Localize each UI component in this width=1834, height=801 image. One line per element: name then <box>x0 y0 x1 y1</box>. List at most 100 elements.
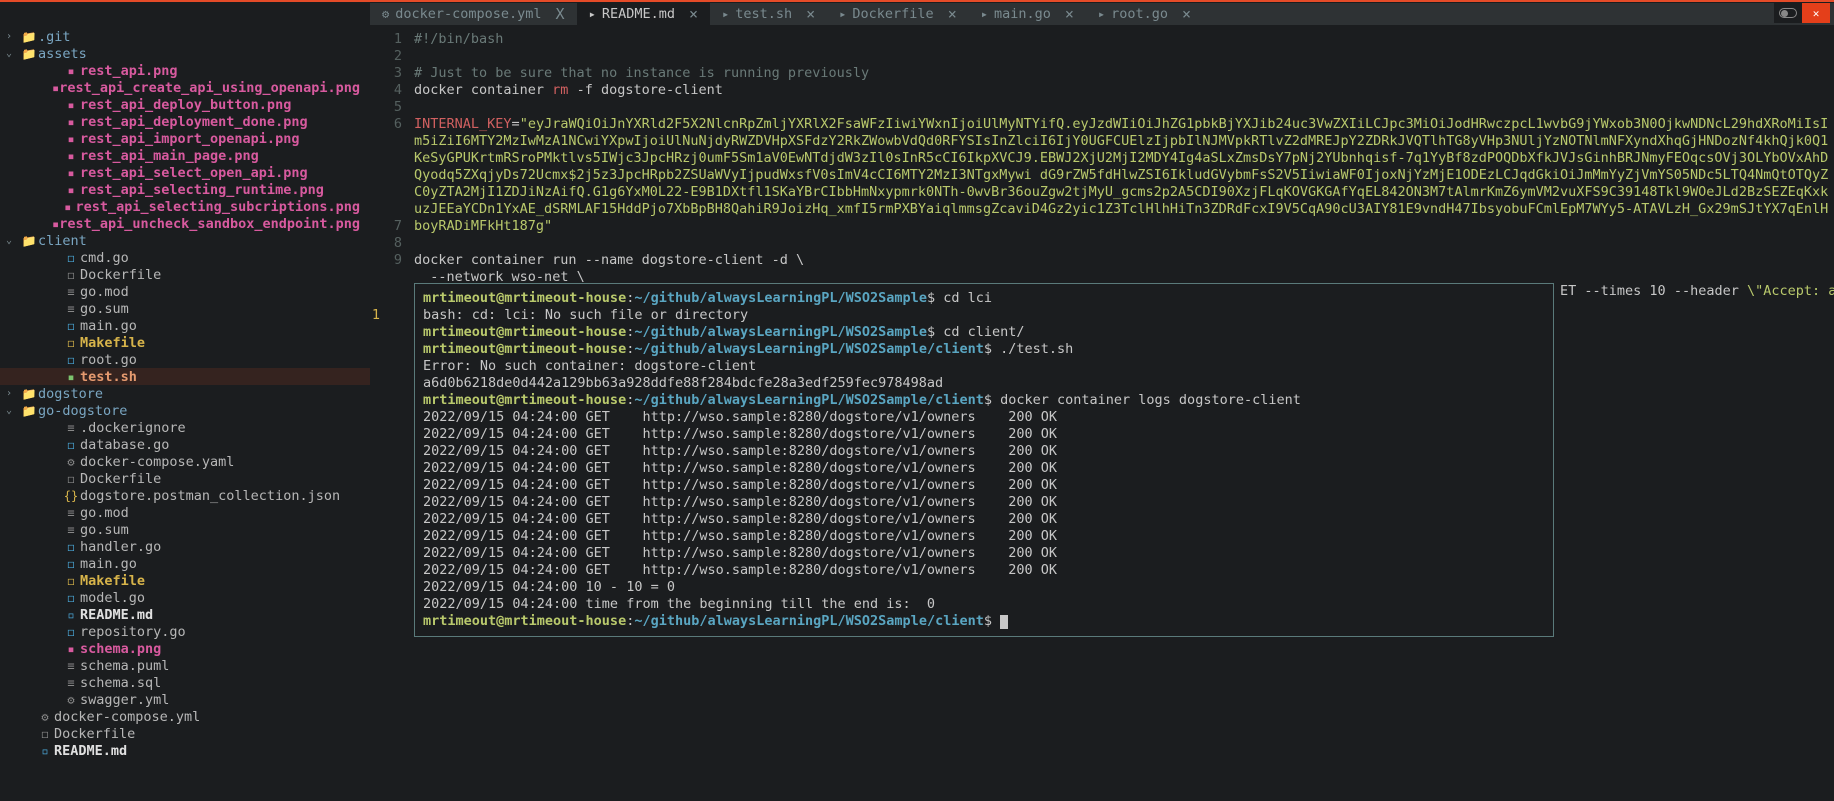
tree-item[interactable]: ⌄📁go-dogstore <box>0 402 370 419</box>
terminal-panel[interactable]: mrtimeout@mrtimeout-house:~/github/alway… <box>414 283 1554 637</box>
tree-item[interactable]: ◻main.go <box>0 555 370 572</box>
terminal-line: 2022/09/15 04:24:00 GET http://wso.sampl… <box>423 409 1545 426</box>
tree-item[interactable]: ≡schema.puml <box>0 657 370 674</box>
tree-item[interactable]: ≡go.sum <box>0 300 370 317</box>
file-icon: ▸ <box>1098 7 1105 21</box>
tree-label: Dockerfile <box>80 471 161 487</box>
tab-docker-compose-yml[interactable]: ⚙docker-compose.ymlX <box>370 3 577 25</box>
tree-item[interactable]: ▪rest_api_main_page.png <box>0 147 370 164</box>
terminal-prompt[interactable]: mrtimeout@mrtimeout-house:~/github/alway… <box>423 613 1545 630</box>
file-icon: {} <box>62 489 80 503</box>
tree-item[interactable]: ▪rest_api_select_open_api.png <box>0 164 370 181</box>
tree-item[interactable]: {}dogstore.postman_collection.json <box>0 487 370 504</box>
tree-item[interactable]: ≡go.mod <box>0 504 370 521</box>
file-icon: ◻ <box>62 353 80 367</box>
tree-label: go.sum <box>80 522 129 538</box>
tree-item[interactable]: ≡.dockerignore <box>0 419 370 436</box>
line-number <box>370 184 410 201</box>
line-number: 5 <box>370 99 410 116</box>
tab-label: root.go <box>1111 6 1168 22</box>
tree-label: handler.go <box>80 539 161 555</box>
terminal-line: 2022/09/15 04:24:00 GET http://wso.sampl… <box>423 562 1545 579</box>
file-icon: ▪ <box>62 642 80 656</box>
tree-item[interactable]: ◻main.go <box>0 317 370 334</box>
close-icon[interactable]: × <box>1182 5 1191 23</box>
terminal-line: a6d0b6218de0d442a129bb63a928ddfe88f284bd… <box>423 375 1545 392</box>
file-tree[interactable]: ›📁.git⌄📁assets▪rest_api.png▪rest_api_cre… <box>0 25 370 801</box>
tree-item[interactable]: ⚙docker-compose.yml <box>0 708 370 725</box>
tree-item[interactable]: ⚙swagger.yml <box>0 691 370 708</box>
line-number: 7 <box>370 218 410 235</box>
file-icon: ◻ <box>62 472 80 486</box>
file-icon: ▪ <box>52 217 59 231</box>
tree-label: repository.go <box>80 624 186 640</box>
file-icon: ◻ <box>62 625 80 639</box>
tree-item[interactable]: ◻Makefile <box>0 572 370 589</box>
tree-item[interactable]: ▪rest_api.png <box>0 62 370 79</box>
tree-item[interactable]: ▪rest_api_import_openapi.png <box>0 130 370 147</box>
tree-item[interactable]: ›📁.git <box>0 28 370 45</box>
tree-item[interactable]: ◻Dockerfile <box>0 470 370 487</box>
tree-item[interactable]: ▪test.sh <box>0 368 370 385</box>
tree-item[interactable]: ◻database.go <box>0 436 370 453</box>
code-area[interactable]: #!/bin/bash # Just to be sure that no in… <box>414 31 1830 286</box>
code-line <box>414 48 1830 65</box>
tree-label: docker-compose.yaml <box>80 454 234 470</box>
tree-item[interactable]: ◻cmd.go <box>0 249 370 266</box>
caret-icon: ⌄ <box>6 48 20 59</box>
window-buttons: ✕ <box>1774 3 1830 23</box>
code-line <box>414 235 1830 252</box>
file-icon: ≡ <box>62 302 80 316</box>
close-icon[interactable]: × <box>689 5 698 23</box>
tree-item[interactable]: ▪schema.png <box>0 640 370 657</box>
file-icon: ≡ <box>62 523 80 537</box>
tree-item[interactable]: ≡go.sum <box>0 521 370 538</box>
tree-item[interactable]: ◻handler.go <box>0 538 370 555</box>
tree-item[interactable]: ▪rest_api_deploy_button.png <box>0 96 370 113</box>
tree-item[interactable]: ▪rest_api_selecting_subcriptions.png <box>0 198 370 215</box>
file-icon: 📁 <box>20 30 38 44</box>
tab-test-sh[interactable]: ▸test.sh× <box>710 3 827 25</box>
tree-item[interactable]: ◻root.go <box>0 351 370 368</box>
line-gutter: 123456789 <box>370 25 410 269</box>
close-icon[interactable]: × <box>1065 5 1074 23</box>
caret-icon: ⌄ <box>6 405 20 416</box>
tab-main-go[interactable]: ▸main.go× <box>969 3 1086 25</box>
tab-dockerfile[interactable]: ▸Dockerfile× <box>827 3 969 25</box>
file-icon: ▪ <box>52 81 59 95</box>
close-icon[interactable]: × <box>948 5 957 23</box>
tree-item[interactable]: ◻Dockerfile <box>0 266 370 283</box>
tree-label: go.mod <box>80 284 129 300</box>
close-window-button[interactable]: ✕ <box>1802 3 1830 23</box>
code-line <box>414 99 1830 116</box>
tree-item[interactable]: ▪rest_api_create_api_using_openapi.png <box>0 79 370 96</box>
tab-readme-md[interactable]: ▸README.md× <box>577 3 710 25</box>
tree-label: model.go <box>80 590 145 606</box>
tree-item[interactable]: ▪rest_api_deployment_done.png <box>0 113 370 130</box>
tree-item[interactable]: ▫README.md <box>0 606 370 623</box>
file-icon: ◻ <box>62 591 80 605</box>
tree-item[interactable]: ◻Makefile <box>0 334 370 351</box>
tree-item[interactable]: ⌄📁client <box>0 232 370 249</box>
tab-root-go[interactable]: ▸ root.go × <box>1086 3 1203 25</box>
file-icon: 📁 <box>20 404 38 418</box>
tree-item[interactable]: ◻model.go <box>0 589 370 606</box>
tree-item[interactable]: ⚙docker-compose.yaml <box>0 453 370 470</box>
close-icon[interactable]: X <box>556 5 565 23</box>
tree-item[interactable]: ▪rest_api_selecting_runtime.png <box>0 181 370 198</box>
tree-label: rest_api_selecting_runtime.png <box>80 182 324 198</box>
tree-item[interactable]: ⌄📁assets <box>0 45 370 62</box>
toggle-button[interactable] <box>1774 3 1802 23</box>
file-icon: 📁 <box>20 387 38 401</box>
tree-item[interactable]: ≡schema.sql <box>0 674 370 691</box>
tree-item[interactable]: ≡go.mod <box>0 283 370 300</box>
tree-item[interactable]: ◻Dockerfile <box>0 725 370 742</box>
tree-item[interactable]: ◻repository.go <box>0 623 370 640</box>
code-line: docker container run --name dogstore-cli… <box>414 252 1830 269</box>
tree-item[interactable]: ▫README.md <box>0 742 370 759</box>
close-icon[interactable]: × <box>806 5 815 23</box>
tree-label: rest_api_selecting_subcriptions.png <box>76 199 360 215</box>
tree-item[interactable]: ›📁dogstore <box>0 385 370 402</box>
file-icon: ▪ <box>62 64 80 78</box>
tree-item[interactable]: ▪rest_api_uncheck_sandbox_endpoint.png <box>0 215 370 232</box>
